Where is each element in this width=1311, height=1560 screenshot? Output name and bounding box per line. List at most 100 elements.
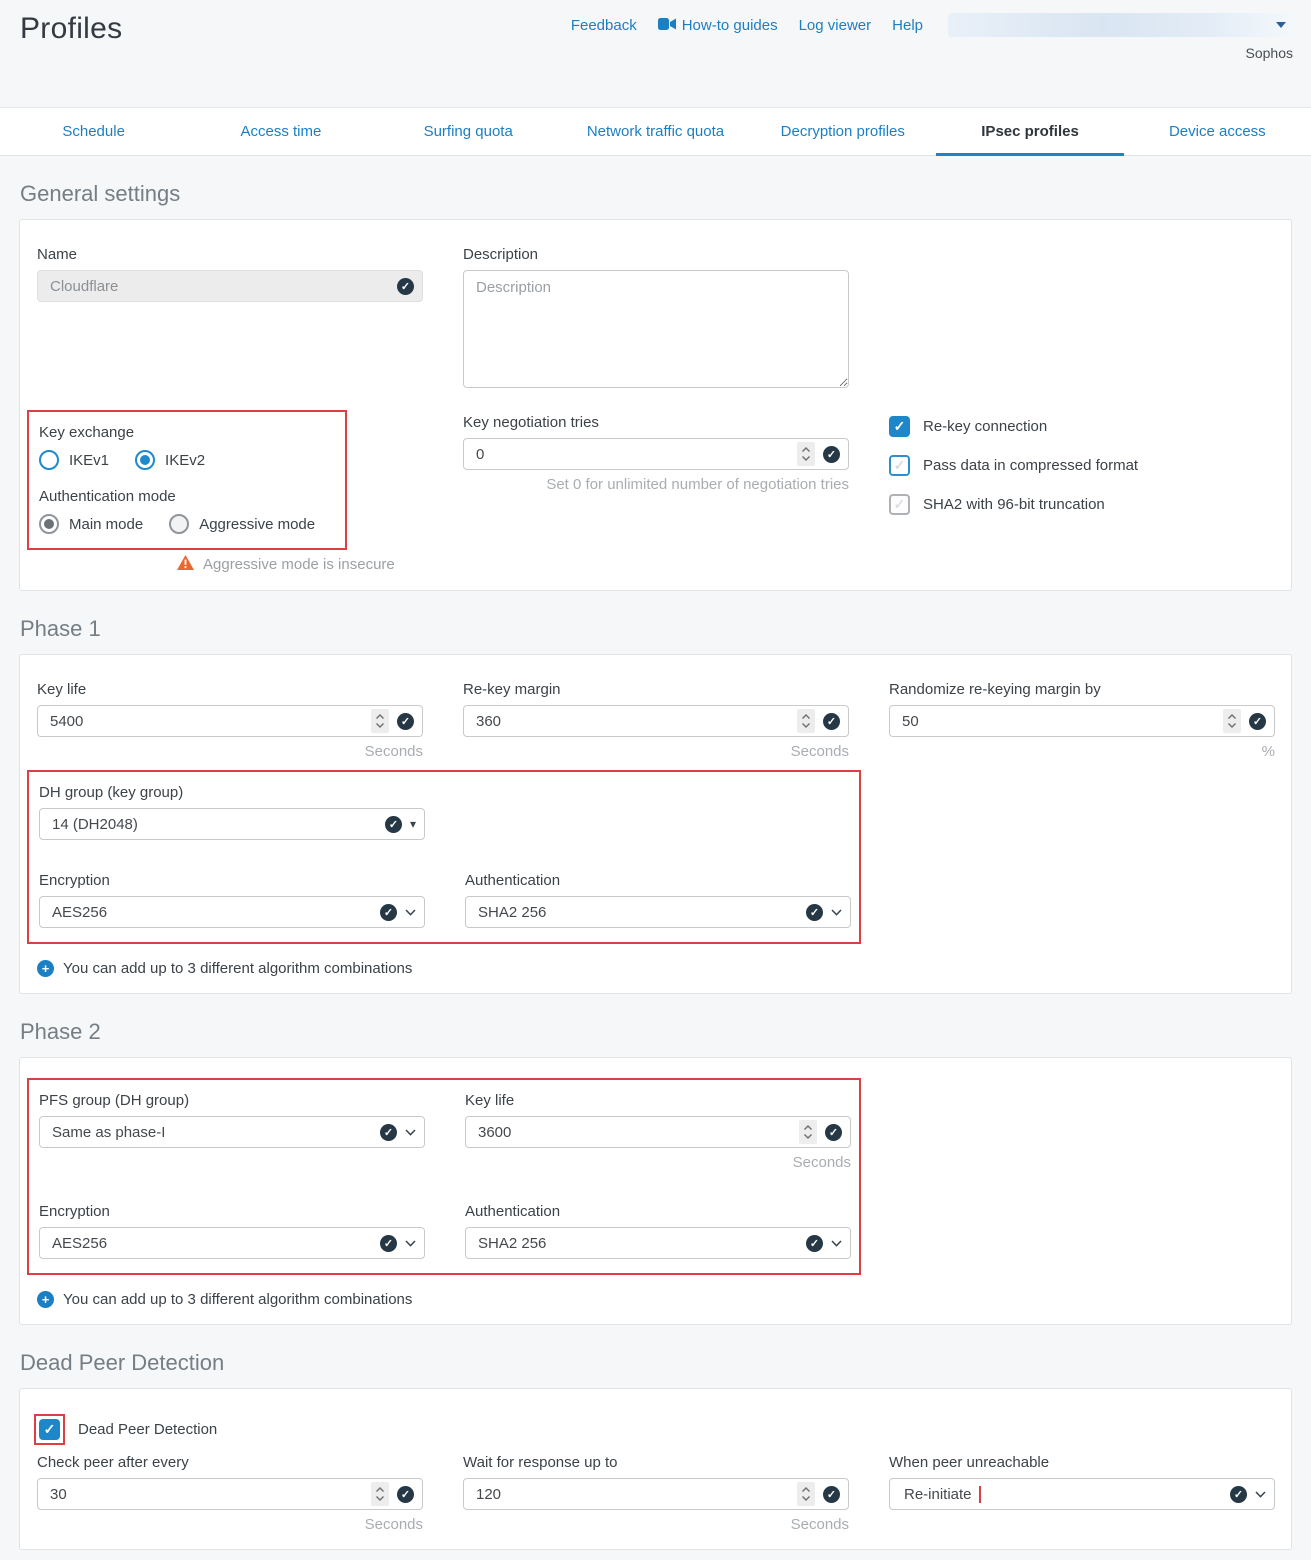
phase2-encryption-label: Encryption (39, 1203, 425, 1220)
phase1-encryption-label: Encryption (39, 872, 425, 889)
dpd-when-unreachable-group: When peer unreachable Re-initiate ✓ (889, 1444, 1275, 1510)
video-camera-icon (658, 17, 676, 34)
dpd-heading: Dead Peer Detection (20, 1350, 1291, 1376)
dpd-enable-row: ✓ Dead Peer Detection (37, 1417, 1274, 1442)
number-spinner[interactable] (797, 709, 815, 733)
phase2-add-combination-note: + You can add up to 3 different algorith… (37, 1291, 1274, 1308)
log-viewer-link[interactable]: Log viewer (799, 17, 872, 34)
valid-check-icon: ✓ (397, 1486, 414, 1503)
tab-access-time[interactable]: Access time (187, 108, 374, 155)
number-spinner[interactable] (371, 709, 389, 733)
radio-aggressive-mode-label: Aggressive mode (199, 516, 315, 533)
radio-ikev2-label: IKEv2 (165, 452, 205, 469)
phase1-key-life-unit: Seconds (37, 743, 423, 760)
phase2-pfs-group-field: PFS group (DH group) Same as phase-I ✓ (39, 1082, 425, 1148)
phase2-authentication-select[interactable]: SHA2 256 ✓ (465, 1227, 851, 1259)
tab-schedule[interactable]: Schedule (0, 108, 187, 155)
rekey-connection-checkbox[interactable]: ✓ (889, 416, 910, 437)
dpd-check-peer-input[interactable]: 30 ✓ (37, 1478, 423, 1510)
phase1-algorithms-highlight-box: DH group (key group) 14 (DH2048) ✓ ▾ Enc… (27, 770, 861, 944)
compressed-format-checkbox[interactable]: ✓ (889, 455, 910, 476)
number-spinner[interactable] (1223, 709, 1241, 733)
tab-device-access[interactable]: Device access (1124, 108, 1311, 155)
when-unreachable-value-highlight: Re-initiate (902, 1486, 981, 1503)
key-negotiation-hint: Set 0 for unlimited number of negotiatio… (463, 476, 849, 493)
phase1-authentication-select[interactable]: SHA2 256 ✓ (465, 896, 851, 928)
phase1-rekey-margin-label: Re-key margin (463, 681, 849, 698)
radio-main-mode[interactable] (39, 514, 59, 534)
phase2-algorithms-highlight-box: PFS group (DH group) Same as phase-I ✓ K… (27, 1078, 861, 1275)
valid-check-icon: ✓ (806, 1235, 823, 1252)
description-input[interactable] (463, 270, 849, 388)
dpd-wait-response-label: Wait for response up to (463, 1454, 849, 1471)
dpd-when-unreachable-select[interactable]: Re-initiate ✓ (889, 1478, 1275, 1510)
phase1-encryption-select[interactable]: AES256 ✓ (39, 896, 425, 928)
dpd-wait-response-unit: Seconds (463, 1516, 849, 1533)
phase2-pfs-group-label: PFS group (DH group) (39, 1092, 425, 1109)
phase1-heading: Phase 1 (20, 616, 1291, 642)
auth-mode-label: Authentication mode (39, 488, 331, 505)
phase1-key-life-input[interactable]: 5400 ✓ (37, 705, 423, 737)
compressed-format-row: ✓ Pass data in compressed format (889, 455, 1275, 476)
phase1-add-combination-note: + You can add up to 3 different algorith… (37, 960, 1274, 977)
dpd-enable-checkbox[interactable]: ✓ (39, 1419, 60, 1440)
how-to-guides-link[interactable]: How-to guides (658, 17, 778, 34)
phase2-authentication-label: Authentication (465, 1203, 851, 1220)
rekey-connection-label: Re-key connection (923, 418, 1047, 435)
phase1-dh-group-select[interactable]: 14 (DH2048) ✓ ▾ (39, 808, 425, 840)
radio-aggressive-mode[interactable] (169, 514, 189, 534)
name-input[interactable]: Cloudflare ✓ (37, 270, 423, 302)
dpd-check-peer-unit: Seconds (37, 1516, 423, 1533)
header-links: Feedback How-to guides Log viewer Help (571, 13, 1293, 37)
number-spinner[interactable] (797, 442, 815, 466)
chevron-down-icon (1255, 1488, 1266, 1500)
number-spinner[interactable] (799, 1120, 817, 1144)
add-plus-icon[interactable]: + (37, 960, 54, 977)
valid-check-icon: ✓ (397, 713, 414, 730)
valid-check-icon: ✓ (380, 1235, 397, 1252)
tab-network-traffic-quota[interactable]: Network traffic quota (562, 108, 749, 155)
valid-check-icon: ✓ (385, 816, 402, 833)
phase1-randomize-input[interactable]: 50 ✓ (889, 705, 1275, 737)
dpd-when-unreachable-label: When peer unreachable (889, 1454, 1275, 1471)
tab-surfing-quota[interactable]: Surfing quota (375, 108, 562, 155)
key-negotiation-field-group: Key negotiation tries 0 ✓ Set 0 for unli… (463, 404, 849, 493)
warning-triangle-icon (177, 555, 194, 574)
phase2-key-life-group: Key life 3600 ✓ Seconds (465, 1082, 851, 1171)
account-selector[interactable] (948, 13, 1293, 37)
dpd-check-peer-group: Check peer after every 30 ✓ Seconds (37, 1444, 423, 1533)
phase1-key-life-group: Key life 5400 ✓ Seconds (37, 671, 423, 760)
chevron-down-icon (405, 906, 416, 918)
key-exchange-highlight-box: Key exchange IKEv1 IKEv2 Authentication … (27, 410, 347, 550)
number-spinner[interactable] (797, 1482, 815, 1506)
radio-ikev2[interactable] (135, 450, 155, 470)
add-plus-icon[interactable]: + (37, 1291, 54, 1308)
key-negotiation-input[interactable]: 0 ✓ (463, 438, 849, 470)
phase1-authentication-field: Authentication SHA2 256 ✓ (465, 862, 851, 928)
phase2-key-life-input[interactable]: 3600 ✓ (465, 1116, 851, 1148)
chevron-down-icon (831, 906, 842, 918)
phase2-encryption-select[interactable]: AES256 ✓ (39, 1227, 425, 1259)
options-checkbox-column: ✓ Re-key connection ✓ Pass data in compr… (889, 404, 1275, 533)
sha2-truncation-checkbox[interactable]: ✓ (889, 494, 910, 515)
chevron-down-icon (405, 1237, 416, 1249)
dpd-wait-response-input[interactable]: 120 ✓ (463, 1478, 849, 1510)
chevron-down-icon (405, 1126, 416, 1138)
rekey-connection-row: ✓ Re-key connection (889, 416, 1275, 437)
dpd-enable-label: Dead Peer Detection (78, 1421, 217, 1438)
valid-check-icon: ✓ (823, 713, 840, 730)
radio-main-mode-label: Main mode (69, 516, 143, 533)
help-link[interactable]: Help (892, 17, 923, 34)
valid-check-icon: ✓ (380, 904, 397, 921)
phase2-pfs-group-select[interactable]: Same as phase-I ✓ (39, 1116, 425, 1148)
tab-decryption-profiles[interactable]: Decryption profiles (749, 108, 936, 155)
phase1-rekey-margin-input[interactable]: 360 ✓ (463, 705, 849, 737)
general-settings-panel: Name Cloudflare ✓ Description Key exchan… (19, 219, 1292, 591)
feedback-link[interactable]: Feedback (571, 17, 637, 34)
tab-ipsec-profiles[interactable]: IPsec profiles (936, 108, 1123, 155)
radio-ikev1[interactable] (39, 450, 59, 470)
phase1-randomize-unit: % (889, 743, 1275, 760)
header-right: Feedback How-to guides Log viewer Help S… (571, 8, 1293, 99)
number-spinner[interactable] (371, 1482, 389, 1506)
description-field-group: Description (463, 236, 849, 393)
